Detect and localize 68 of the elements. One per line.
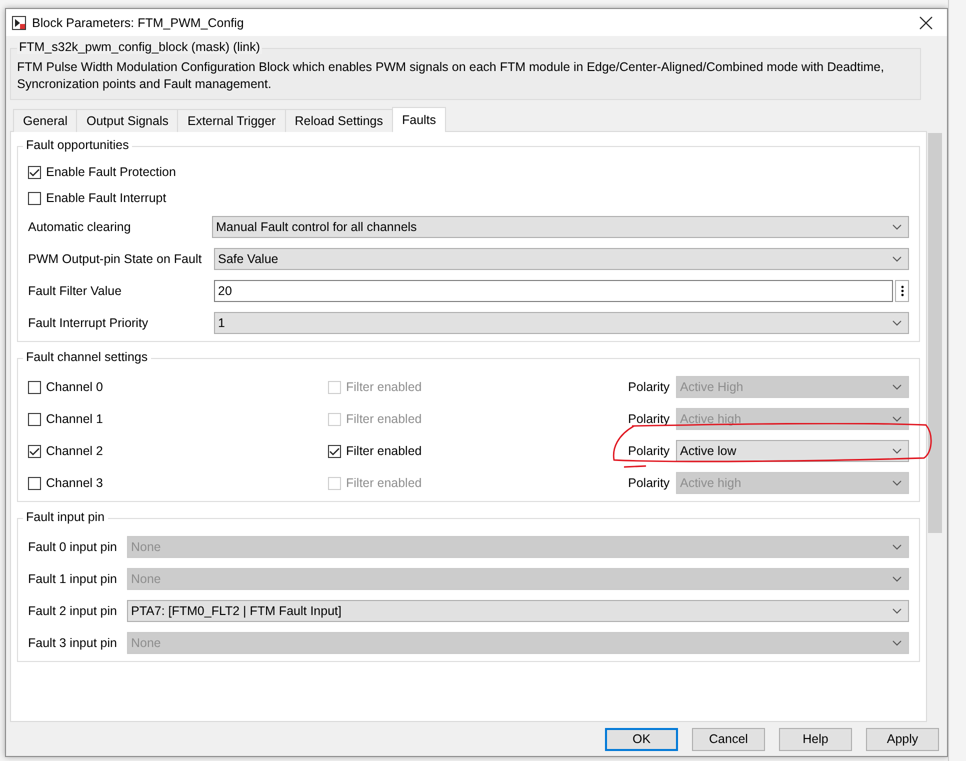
checkbox-label: Channel 0 — [46, 380, 103, 394]
field-label: Polarity — [628, 444, 671, 458]
checkbox-label: Channel 2 — [46, 444, 103, 458]
check-icon — [29, 446, 40, 456]
checkbox-label: Filter enabled — [346, 476, 422, 490]
checkbox-label: Enable Fault Interrupt — [46, 191, 166, 205]
caret-icon — [892, 224, 902, 230]
dropdown[interactable]: Manual Fault control for all channels — [212, 216, 909, 238]
tab[interactable]: General — [13, 109, 78, 132]
field-label: PWM Output-pin State on Fault — [28, 252, 203, 266]
close-icon — [919, 16, 933, 30]
checkbox-label: Enable Fault Protection — [46, 165, 176, 179]
checkbox-label: Filter enabled — [346, 412, 422, 426]
tab[interactable]: Reload Settings — [284, 109, 393, 132]
field-label: Automatic clearing — [28, 220, 132, 234]
dropdown[interactable]: 1 — [214, 312, 909, 334]
more-button[interactable] — [895, 280, 909, 302]
window-title: Block Parameters: FTM_PWM_Config — [32, 16, 245, 30]
checkbox-label: Filter enabled — [346, 444, 422, 458]
checkbox[interactable] — [28, 166, 41, 178]
group-title: Fault input pin — [23, 510, 108, 524]
group-title: Fault channel settings — [23, 350, 151, 364]
caret-icon — [892, 320, 902, 326]
checkbox-label: Filter enabled — [346, 380, 422, 394]
caret-icon — [892, 576, 902, 582]
caret-icon — [892, 480, 902, 486]
caret-icon — [892, 448, 902, 454]
caret-icon — [892, 256, 902, 262]
caret-icon — [892, 640, 902, 646]
group-title: Fault opportunities — [23, 138, 132, 152]
field-label: Fault 3 input pin — [28, 636, 118, 650]
checkbox[interactable] — [28, 380, 41, 394]
tab[interactable]: Output Signals — [76, 109, 178, 132]
caret-icon — [892, 384, 902, 390]
checkbox[interactable] — [28, 476, 41, 490]
field-label: Fault Filter Value — [28, 284, 123, 298]
dialog-button[interactable]: Apply — [866, 728, 939, 750]
checkbox[interactable] — [28, 444, 41, 458]
caret-icon — [892, 416, 902, 422]
caret-icon — [892, 608, 902, 614]
field-label: Fault 1 input pin — [28, 572, 118, 586]
dialog-button[interactable]: Help — [779, 728, 852, 750]
checkbox-label: Channel 1 — [46, 412, 103, 426]
caret-icon — [892, 544, 902, 550]
field-label: Polarity — [628, 476, 671, 490]
more-icon — [900, 285, 904, 297]
dialog-button[interactable]: OK — [605, 728, 678, 750]
app-icon — [12, 16, 26, 30]
field-label: Fault Interrupt Priority — [28, 316, 150, 330]
checkbox[interactable] — [28, 192, 41, 204]
dialog-button[interactable]: Cancel — [692, 728, 765, 750]
group-title: FTM_s32k_pwm_config_block (mask) (link) — [17, 40, 262, 54]
dropdown[interactable]: Active low — [676, 440, 909, 462]
field-label: Polarity — [628, 380, 671, 394]
field-label: Polarity — [628, 412, 671, 426]
check-icon — [329, 446, 340, 456]
checkbox[interactable] — [328, 444, 341, 458]
tab[interactable]: Faults — [392, 107, 446, 132]
field-label: Fault 0 input pin — [28, 540, 118, 554]
check-icon — [29, 168, 40, 176]
tab[interactable]: External Trigger — [177, 109, 286, 132]
checkbox[interactable] — [28, 412, 41, 426]
description-text: FTM Pulse Width Modulation Configuration Block which enables PWM signals on each FTM module in Edge/Center-Aligned/Combined mode with Deadtime, Syncronization points and Fault management. — [17, 59, 886, 93]
input-field[interactable]: 20 — [214, 280, 893, 302]
field-label: Fault 2 input pin — [28, 604, 118, 618]
dropdown[interactable]: Safe Value — [214, 248, 909, 270]
dropdown[interactable]: PTA7: [FTM0_FLT2 | FTM Fault Input] — [127, 600, 909, 622]
checkbox-label: Channel 3 — [46, 476, 103, 490]
